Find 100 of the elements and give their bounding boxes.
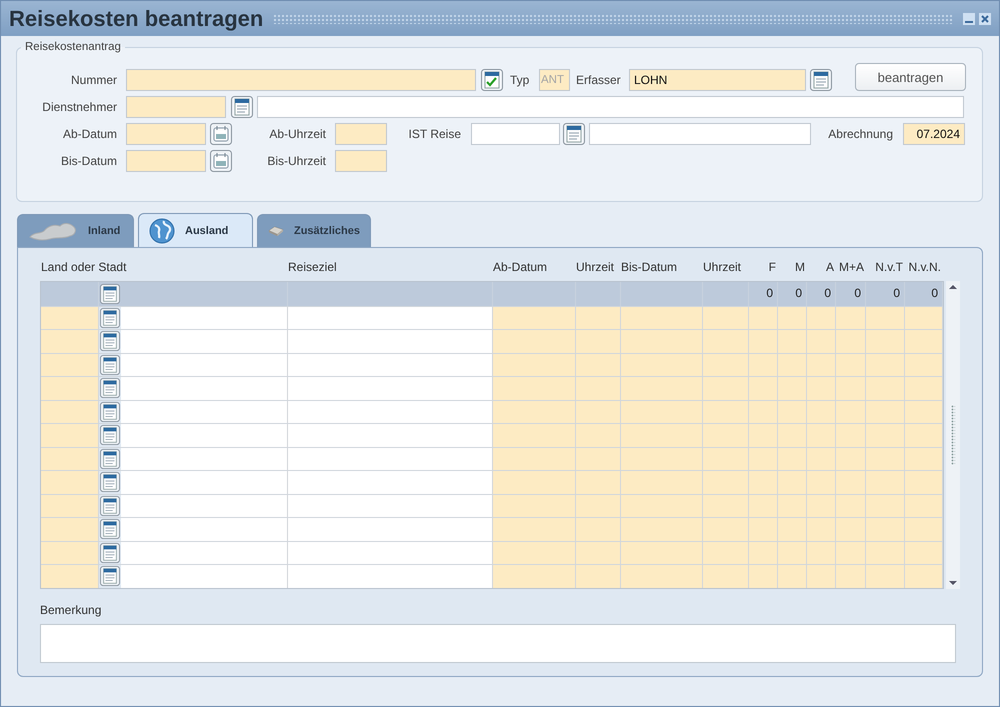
table-cell[interactable] xyxy=(703,542,749,564)
table-cell[interactable] xyxy=(866,565,905,588)
table-cell[interactable] xyxy=(836,354,866,376)
table-cell[interactable] xyxy=(288,471,493,494)
table-cell[interactable] xyxy=(621,494,703,517)
table-cell[interactable] xyxy=(576,471,621,494)
table-cell[interactable] xyxy=(621,330,703,352)
table-cell[interactable]: 0 xyxy=(749,282,778,306)
recorder-field[interactable]: LOHN xyxy=(629,69,806,91)
table-cell[interactable] xyxy=(703,330,749,352)
country-name-cell[interactable] xyxy=(121,471,288,494)
table-cell[interactable] xyxy=(703,424,749,446)
tab[interactable]: Ausland xyxy=(138,213,253,247)
table-cell[interactable] xyxy=(493,377,576,400)
country-name-cell[interactable] xyxy=(121,330,288,352)
table-cell[interactable] xyxy=(621,448,703,470)
table-cell[interactable] xyxy=(807,306,836,329)
table-cell[interactable] xyxy=(807,377,836,400)
number-field[interactable] xyxy=(126,69,476,91)
table-cell[interactable] xyxy=(749,377,778,400)
lookup-icon[interactable] xyxy=(100,331,120,352)
lookup-icon[interactable] xyxy=(231,96,253,118)
billing-period-field[interactable]: 07.2024 xyxy=(903,123,965,145)
table-cell[interactable] xyxy=(866,448,905,470)
table-cell[interactable] xyxy=(905,542,943,564)
country-code-cell[interactable] xyxy=(41,448,99,470)
table-cell[interactable] xyxy=(778,518,807,540)
table-cell[interactable] xyxy=(778,400,807,423)
trip-field[interactable] xyxy=(471,123,560,145)
table-cell[interactable] xyxy=(836,330,866,352)
country-code-cell[interactable] xyxy=(41,565,99,588)
table-cell[interactable] xyxy=(576,542,621,564)
table-cell[interactable] xyxy=(493,542,576,564)
table-cell[interactable] xyxy=(576,565,621,588)
table-cell[interactable] xyxy=(749,494,778,517)
table-cell[interactable] xyxy=(621,565,703,588)
table-cell[interactable] xyxy=(807,542,836,564)
table-cell[interactable] xyxy=(905,518,943,540)
lookup-icon[interactable] xyxy=(100,496,120,516)
table-cell[interactable] xyxy=(621,306,703,329)
lookup-icon[interactable] xyxy=(100,308,120,328)
table-cell[interactable] xyxy=(749,565,778,588)
lookup-icon[interactable] xyxy=(100,284,120,304)
table-cell[interactable] xyxy=(807,448,836,470)
table-cell[interactable] xyxy=(836,542,866,564)
country-code-cell[interactable] xyxy=(41,518,99,540)
table-cell[interactable] xyxy=(703,448,749,470)
country-name-cell[interactable] xyxy=(121,400,288,423)
trip-name-field[interactable] xyxy=(589,123,811,145)
table-cell[interactable] xyxy=(749,424,778,446)
tab[interactable]: Inland xyxy=(17,214,134,247)
table-cell[interactable] xyxy=(621,471,703,494)
table-cell[interactable] xyxy=(866,354,905,376)
country-code-cell[interactable] xyxy=(41,354,99,376)
table-cell[interactable] xyxy=(493,518,576,540)
table-cell[interactable] xyxy=(621,518,703,540)
table-cell[interactable] xyxy=(749,354,778,376)
calendar-icon[interactable] xyxy=(210,123,232,145)
table-cell[interactable] xyxy=(778,354,807,376)
lookup-icon[interactable] xyxy=(100,425,120,446)
table-cell[interactable] xyxy=(288,542,493,564)
table-cell[interactable] xyxy=(836,377,866,400)
country-name-cell[interactable] xyxy=(121,448,288,470)
table-cell[interactable] xyxy=(778,542,807,564)
country-name-cell[interactable] xyxy=(121,565,288,588)
table-cell[interactable] xyxy=(866,494,905,517)
table-cell[interactable] xyxy=(493,471,576,494)
table-cell[interactable] xyxy=(749,330,778,352)
table-cell[interactable] xyxy=(576,448,621,470)
table-cell[interactable] xyxy=(621,542,703,564)
table-cell[interactable] xyxy=(836,400,866,423)
table-cell[interactable] xyxy=(493,330,576,352)
table-cell[interactable] xyxy=(905,400,943,423)
table-cell[interactable] xyxy=(807,400,836,423)
employee-name-field[interactable] xyxy=(257,96,964,118)
country-name-cell[interactable] xyxy=(121,494,288,517)
country-code-cell[interactable] xyxy=(41,377,99,400)
table-cell[interactable] xyxy=(807,471,836,494)
lookup-icon[interactable] xyxy=(100,566,120,586)
country-name-cell[interactable] xyxy=(121,306,288,329)
table-cell[interactable] xyxy=(703,518,749,540)
table-cell[interactable] xyxy=(905,424,943,446)
table-cell[interactable] xyxy=(836,565,866,588)
table-cell[interactable] xyxy=(807,424,836,446)
table-cell[interactable] xyxy=(576,518,621,540)
table-cell[interactable] xyxy=(288,377,493,400)
country-code-cell[interactable] xyxy=(41,330,99,352)
table-cell[interactable] xyxy=(493,565,576,588)
table-cell[interactable] xyxy=(703,400,749,423)
country-code-cell[interactable] xyxy=(41,400,99,423)
table-cell[interactable] xyxy=(866,400,905,423)
lookup-icon[interactable] xyxy=(100,354,120,375)
lookup-icon[interactable] xyxy=(100,448,120,469)
close-icon[interactable] xyxy=(979,12,991,24)
table-cell[interactable] xyxy=(905,471,943,494)
table-cell[interactable] xyxy=(866,377,905,400)
table-cell[interactable] xyxy=(288,448,493,470)
table-cell[interactable] xyxy=(836,448,866,470)
remark-field[interactable] xyxy=(40,624,956,662)
table-cell[interactable] xyxy=(807,565,836,588)
